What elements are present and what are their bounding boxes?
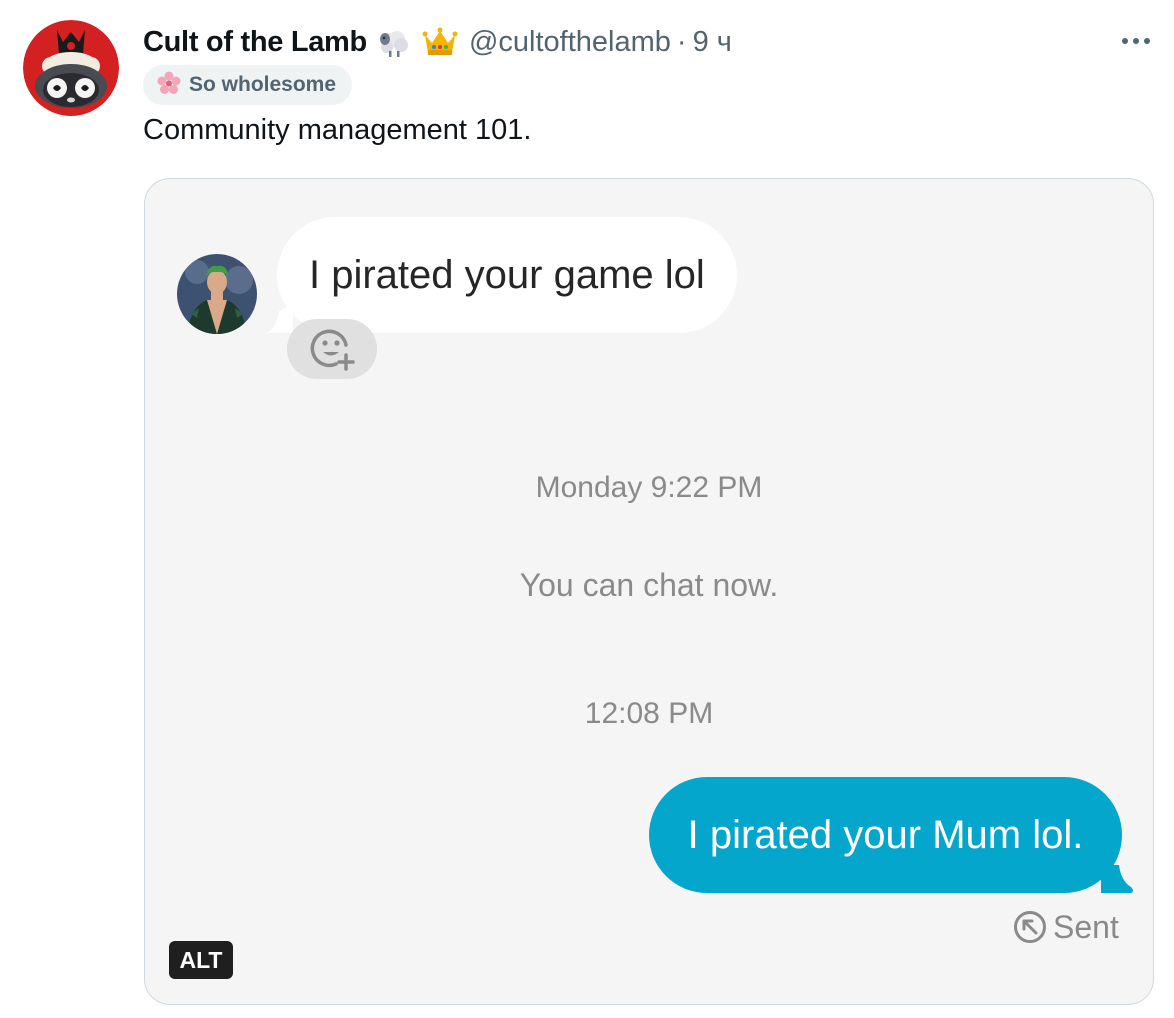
- add-reaction-icon[interactable]: [287, 319, 377, 379]
- chat-timestamp: 12:08 PM: [584, 697, 714, 730]
- crown-emoji-icon: [421, 23, 459, 61]
- cherry-blossom-icon: [157, 71, 181, 100]
- chat-user-avatar: [177, 254, 257, 334]
- tweet-time[interactable]: 9 ч: [693, 26, 732, 59]
- sheep-emoji-icon: [375, 23, 413, 61]
- chat-system-notice: You can chat now.: [519, 567, 779, 603]
- tweet-text: Community management 101.: [143, 114, 532, 146]
- label-badge[interactable]: So wholesome: [143, 65, 353, 105]
- more-options-icon[interactable]: [1118, 26, 1154, 56]
- cult-of-the-lamb-avatar[interactable]: [23, 20, 119, 116]
- separator-dot: ·: [676, 25, 687, 58]
- tweet-media-image[interactable]: I pirated your game lol Monday 9:22 PM Y…: [144, 178, 1154, 1005]
- alt-text-badge[interactable]: ALT: [169, 941, 233, 979]
- tweet: Cult of the Lamb @cultofthelamb · 9 ч So…: [0, 0, 1174, 1018]
- user-handle[interactable]: @cultofthelamb: [469, 26, 671, 59]
- chat-timestamp: Monday 9:22 PM: [535, 471, 763, 504]
- message-status: Sent: [1013, 907, 1119, 947]
- sent-arrow-icon: [1014, 911, 1046, 943]
- display-name[interactable]: Cult of the Lamb: [143, 26, 367, 59]
- incoming-message-bubble: I pirated your game lol: [277, 217, 737, 333]
- label-text: So wholesome: [189, 73, 337, 96]
- message-status-text: Sent: [1053, 908, 1119, 945]
- tweet-header: Cult of the Lamb @cultofthelamb · 9 ч: [143, 22, 732, 62]
- outgoing-message-bubble: I pirated your Mum lol.: [649, 777, 1122, 893]
